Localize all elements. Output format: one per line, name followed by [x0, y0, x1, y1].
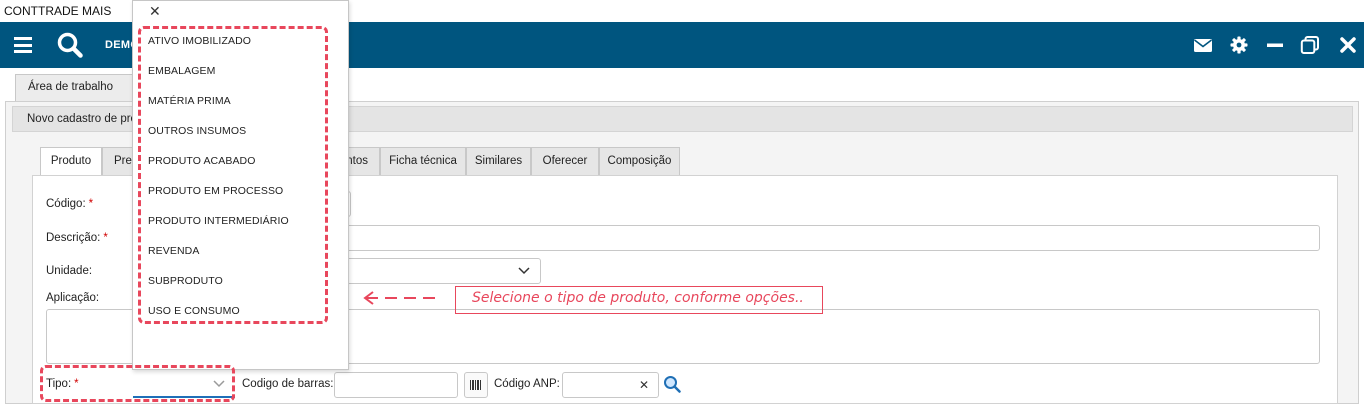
tab-similares[interactable]: Similares	[466, 147, 531, 175]
codigo-label: Código: *	[46, 198, 94, 210]
minimize-icon[interactable]	[1265, 35, 1285, 55]
tab-ficha-tecnica[interactable]: Ficha técnica	[380, 147, 466, 175]
menu-icon[interactable]	[14, 37, 32, 53]
codigo-barras-label: Codigo de barras:	[242, 378, 334, 390]
tab-oferecer[interactable]: Oferecer	[531, 147, 599, 175]
barcode-icon	[470, 380, 481, 390]
clear-icon[interactable]: ✕	[639, 378, 649, 392]
descricao-label: Descrição: *	[46, 232, 108, 244]
tab-area-de-trabalho[interactable]: Área de trabalho	[15, 74, 135, 102]
tab-produto[interactable]: Produto	[40, 147, 102, 176]
close-icon[interactable]	[1338, 35, 1358, 55]
tab-composicao[interactable]: Composição	[599, 147, 680, 175]
chevron-down-icon	[518, 267, 530, 275]
arrow-left-icon	[363, 291, 442, 305]
gear-icon[interactable]	[1229, 35, 1249, 55]
codigo-barras-field[interactable]	[334, 372, 458, 398]
mail-icon[interactable]	[1193, 35, 1213, 55]
options-highlight	[138, 26, 328, 324]
tipo-highlight	[40, 365, 235, 402]
search-icon[interactable]	[57, 32, 83, 58]
unidade-label: Unidade:	[46, 265, 93, 277]
window-title: CONTTRADE MAIS	[4, 4, 112, 18]
annotation-callout: Selecione o tipo de produto, conforme op…	[455, 286, 823, 314]
search-icon[interactable]	[663, 375, 681, 393]
restore-icon[interactable]	[1300, 35, 1320, 55]
close-icon[interactable]: ✕	[149, 3, 161, 20]
codigo-anp-label: Código ANP:	[494, 378, 560, 390]
descricao-field[interactable]	[290, 225, 1320, 251]
codigo-anp-field[interactable]: ✕	[562, 372, 659, 398]
barcode-button[interactable]	[464, 372, 488, 398]
aplicacao-label: Aplicação:	[46, 292, 100, 304]
